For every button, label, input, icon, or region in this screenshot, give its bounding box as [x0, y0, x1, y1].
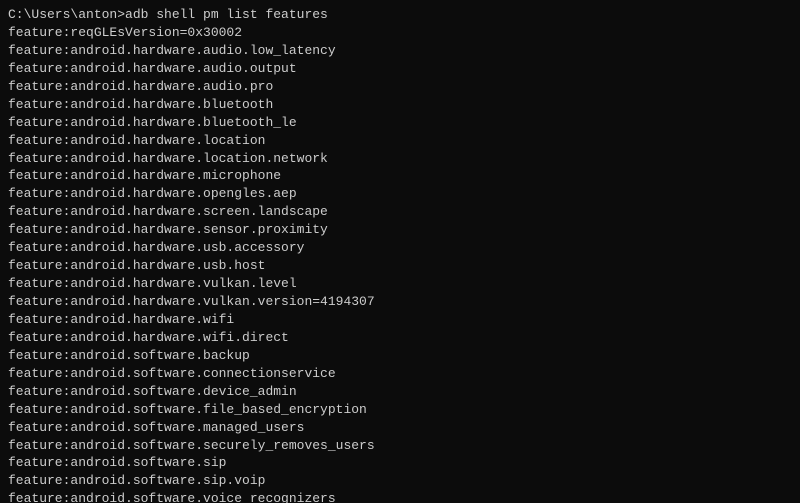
terminal-line: feature:android.hardware.audio.output: [8, 60, 792, 78]
terminal-line: feature:android.software.device_admin: [8, 383, 792, 401]
terminal-line: feature:android.hardware.bluetooth_le: [8, 114, 792, 132]
terminal-line: feature:android.hardware.audio.pro: [8, 78, 792, 96]
terminal-line: feature:android.hardware.location.networ…: [8, 150, 792, 168]
terminal-line: feature:android.hardware.audio.low_laten…: [8, 42, 792, 60]
terminal-line: feature:android.hardware.bluetooth: [8, 96, 792, 114]
terminal-line: feature:android.hardware.screen.landscap…: [8, 203, 792, 221]
terminal-line: feature:android.hardware.vulkan.version=…: [8, 293, 792, 311]
terminal-line: feature:android.hardware.microphone: [8, 167, 792, 185]
terminal-line: feature:android.hardware.wifi.direct: [8, 329, 792, 347]
terminal-line: feature:android.software.managed_users: [8, 419, 792, 437]
terminal-line: C:\Users\anton>adb shell pm list feature…: [8, 6, 792, 24]
terminal-line: feature:reqGLEsVersion=0x30002: [8, 24, 792, 42]
terminal-line: feature:android.hardware.vulkan.level: [8, 275, 792, 293]
terminal-line: feature:android.software.securely_remove…: [8, 437, 792, 455]
terminal-line: feature:android.hardware.sensor.proximit…: [8, 221, 792, 239]
terminal-line: feature:android.hardware.usb.accessory: [8, 239, 792, 257]
terminal-line: feature:android.software.backup: [8, 347, 792, 365]
terminal-line: feature:android.software.sip: [8, 454, 792, 472]
terminal-line: feature:android.software.sip.voip: [8, 472, 792, 490]
terminal-window: C:\Users\anton>adb shell pm list feature…: [0, 0, 800, 503]
terminal-line: feature:android.hardware.usb.host: [8, 257, 792, 275]
terminal-line: feature:android.software.voice_recognize…: [8, 490, 792, 503]
terminal-line: feature:android.software.connectionservi…: [8, 365, 792, 383]
terminal-line: feature:android.hardware.opengles.aep: [8, 185, 792, 203]
terminal-line: feature:android.hardware.location: [8, 132, 792, 150]
terminal-line: feature:android.software.file_based_encr…: [8, 401, 792, 419]
terminal-line: feature:android.hardware.wifi: [8, 311, 792, 329]
